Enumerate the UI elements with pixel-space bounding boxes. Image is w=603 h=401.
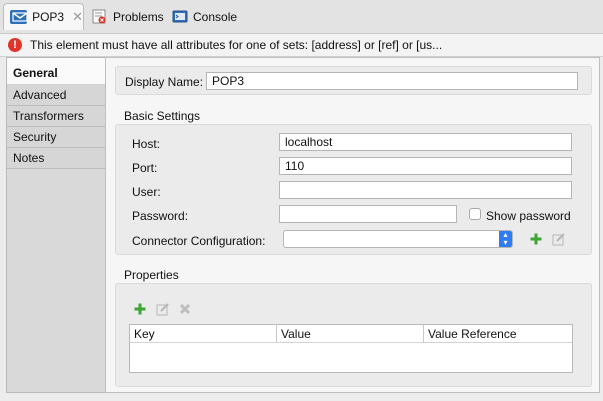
tab-label: POP3 (32, 10, 65, 24)
problems-icon (92, 9, 106, 24)
tab-label: Problems (113, 10, 164, 24)
tab-label: Console (193, 10, 238, 24)
tab-console[interactable]: Console (172, 5, 237, 29)
column-header-key[interactable]: Key (130, 325, 277, 343)
port-field[interactable] (279, 157, 572, 175)
port-label: Port: (132, 161, 158, 175)
envelope-icon (10, 10, 28, 24)
editor-tab-bar: POP3 ✕ Problems Console (0, 0, 603, 34)
error-icon: ! (8, 38, 22, 52)
display-name-label: Display Name: (125, 75, 204, 89)
close-icon[interactable]: ✕ (72, 9, 83, 25)
host-label: Host: (132, 137, 161, 151)
console-icon (172, 10, 188, 23)
properties-sidebar: General Advanced Transformers Security N… (6, 57, 105, 393)
user-field[interactable] (279, 181, 572, 199)
user-label: User: (132, 185, 161, 199)
column-header-value-reference[interactable]: Value Reference (424, 325, 572, 343)
validation-error-bar: ! This element must have all attributes … (0, 34, 603, 57)
sidebar-item-notes[interactable]: Notes (7, 148, 105, 169)
column-header-value[interactable]: Value (277, 325, 424, 343)
display-name-field[interactable] (206, 72, 578, 90)
host-field[interactable] (279, 133, 572, 151)
password-field[interactable] (279, 205, 457, 223)
connector-configuration-select[interactable]: ▴ ▾ (283, 230, 513, 248)
add-property-icon[interactable] (134, 303, 146, 315)
edit-property-icon[interactable] (156, 302, 170, 316)
edit-connector-icon[interactable] (552, 232, 566, 246)
show-password-checkbox[interactable] (469, 208, 481, 220)
connector-configuration-label: Connector Configuration: (132, 234, 266, 248)
tab-pop3[interactable]: POP3 ✕ (3, 3, 84, 30)
sidebar-item-transformers[interactable]: Transformers (7, 106, 105, 127)
delete-property-icon[interactable] (179, 303, 191, 315)
basic-settings-title: Basic Settings (124, 109, 201, 123)
tab-problems[interactable]: Problems (92, 5, 164, 29)
chevron-updown-icon: ▴ ▾ (499, 231, 512, 247)
sidebar-item-security[interactable]: Security (7, 127, 105, 148)
add-connector-icon[interactable] (530, 233, 542, 245)
sidebar-item-advanced[interactable]: Advanced (7, 85, 105, 106)
password-label: Password: (132, 209, 189, 223)
sidebar-item-general[interactable]: General (7, 58, 105, 85)
error-message: This element must have all attributes fo… (30, 38, 443, 52)
show-password-label: Show password (486, 209, 571, 223)
properties-title: Properties (124, 268, 179, 282)
general-panel: Display Name: Basic Settings Host: Port:… (105, 57, 600, 393)
properties-table: Key Value Value Reference (129, 324, 573, 373)
